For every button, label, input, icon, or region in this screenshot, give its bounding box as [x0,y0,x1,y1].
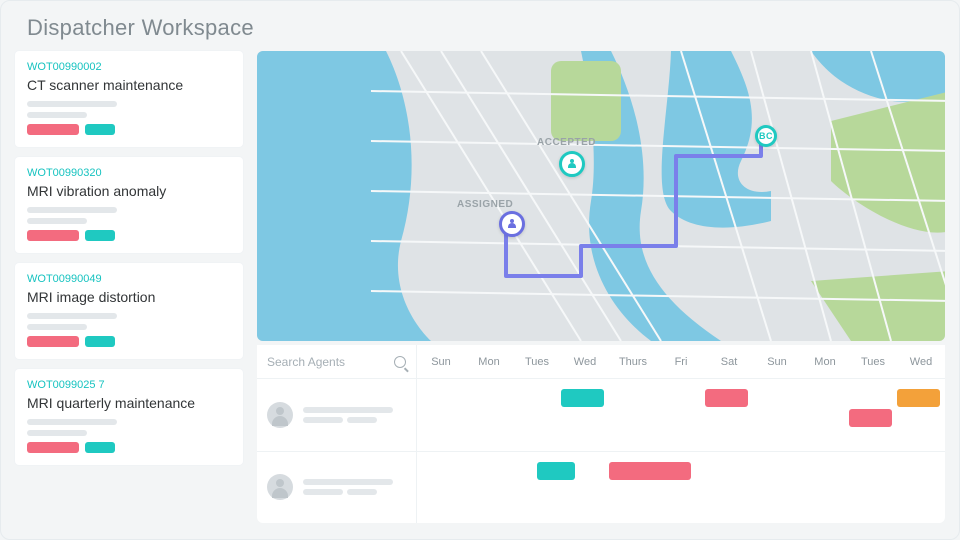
workorder-card[interactable]: WOT0099025 7 MRI quarterly maintenance [15,369,243,465]
day-header: Sat [705,356,753,368]
status-pill-teal [85,124,115,135]
schedule-bar[interactable] [849,409,892,427]
placeholder-line [27,207,117,213]
status-pill-pink [27,442,79,453]
schedule-bar[interactable] [705,389,748,407]
day-header: Tues [513,356,561,368]
map-pin-bc[interactable]: BC [755,125,777,147]
workorder-card[interactable]: WOT00990002 CT scanner maintenance [15,51,243,147]
map-pin-accepted[interactable] [559,151,585,177]
tag-row [27,442,231,453]
workorder-title: MRI quarterly maintenance [27,395,231,411]
tag-row [27,124,231,135]
schedule-lane[interactable] [417,379,945,451]
placeholder-line [27,419,117,425]
map-canvas [257,51,945,341]
workorder-id: WOT00990049 [27,273,231,285]
scheduler: Search Agents Sun Mon Tues Wed Thurs Fri… [257,345,945,523]
placeholder-line [27,101,117,107]
day-header: Wed [897,356,945,368]
day-header: Tues [849,356,897,368]
schedule-bar[interactable] [537,462,575,480]
placeholder-line [27,218,87,224]
workorder-id: WOT00990320 [27,167,231,179]
search-placeholder: Search Agents [267,355,345,369]
workorder-card[interactable]: WOT00990049 MRI image distortion [15,263,243,359]
map-pin-assigned[interactable] [499,211,525,237]
agents-list [257,379,945,523]
map-label-assigned: ASSIGNED [457,199,513,210]
placeholder-line [27,430,87,436]
search-agents[interactable]: Search Agents [257,345,417,378]
placeholder-line [27,313,117,319]
agent-info[interactable] [257,379,417,451]
placeholder-line [27,112,87,118]
agent-placeholder [303,479,393,495]
day-header-row: Sun Mon Tues Wed Thurs Fri Sat Sun Mon T… [417,345,945,378]
agent-row [257,379,945,452]
day-header: Fri [657,356,705,368]
schedule-lane[interactable] [417,452,945,524]
person-icon [567,159,577,169]
agent-row [257,452,945,524]
schedule-bar[interactable] [561,389,604,407]
day-header: Thurs [609,356,657,368]
day-header: Wed [561,356,609,368]
agent-info[interactable] [257,452,417,524]
page-title: Dispatcher Workspace [9,9,951,51]
status-pill-teal [85,442,115,453]
status-pill-pink [27,230,79,241]
workorder-list: WOT00990002 CT scanner maintenance WOT00… [15,51,243,523]
day-header: Mon [801,356,849,368]
tag-row [27,336,231,347]
workorder-id: WOT0099025 7 [27,379,231,391]
person-icon [507,219,517,229]
workorder-title: MRI image distortion [27,289,231,305]
day-header: Sun [417,356,465,368]
map-view[interactable]: ASSIGNED ACCEPTED BC [257,51,945,341]
day-header: Sun [753,356,801,368]
workorder-id: WOT00990002 [27,61,231,73]
workorder-title: MRI vibration anomaly [27,183,231,199]
scheduler-header: Search Agents Sun Mon Tues Wed Thurs Fri… [257,345,945,379]
status-pill-teal [85,336,115,347]
day-header: Mon [465,356,513,368]
tag-row [27,230,231,241]
app-frame: Dispatcher Workspace WOT00990002 CT scan… [0,0,960,540]
schedule-bar[interactable] [897,389,940,407]
workorder-title: CT scanner maintenance [27,77,231,93]
content: WOT00990002 CT scanner maintenance WOT00… [9,51,951,529]
avatar [267,474,293,500]
avatar [267,402,293,428]
map-label-accepted: ACCEPTED [537,137,596,148]
workorder-card[interactable]: WOT00990320 MRI vibration anomaly [15,157,243,253]
status-pill-pink [27,124,79,135]
status-pill-pink [27,336,79,347]
schedule-bar[interactable] [609,462,691,480]
status-pill-teal [85,230,115,241]
placeholder-line [27,324,87,330]
main-panel: ASSIGNED ACCEPTED BC Search Agents [257,51,945,523]
agent-placeholder [303,407,393,423]
search-icon [394,356,406,368]
